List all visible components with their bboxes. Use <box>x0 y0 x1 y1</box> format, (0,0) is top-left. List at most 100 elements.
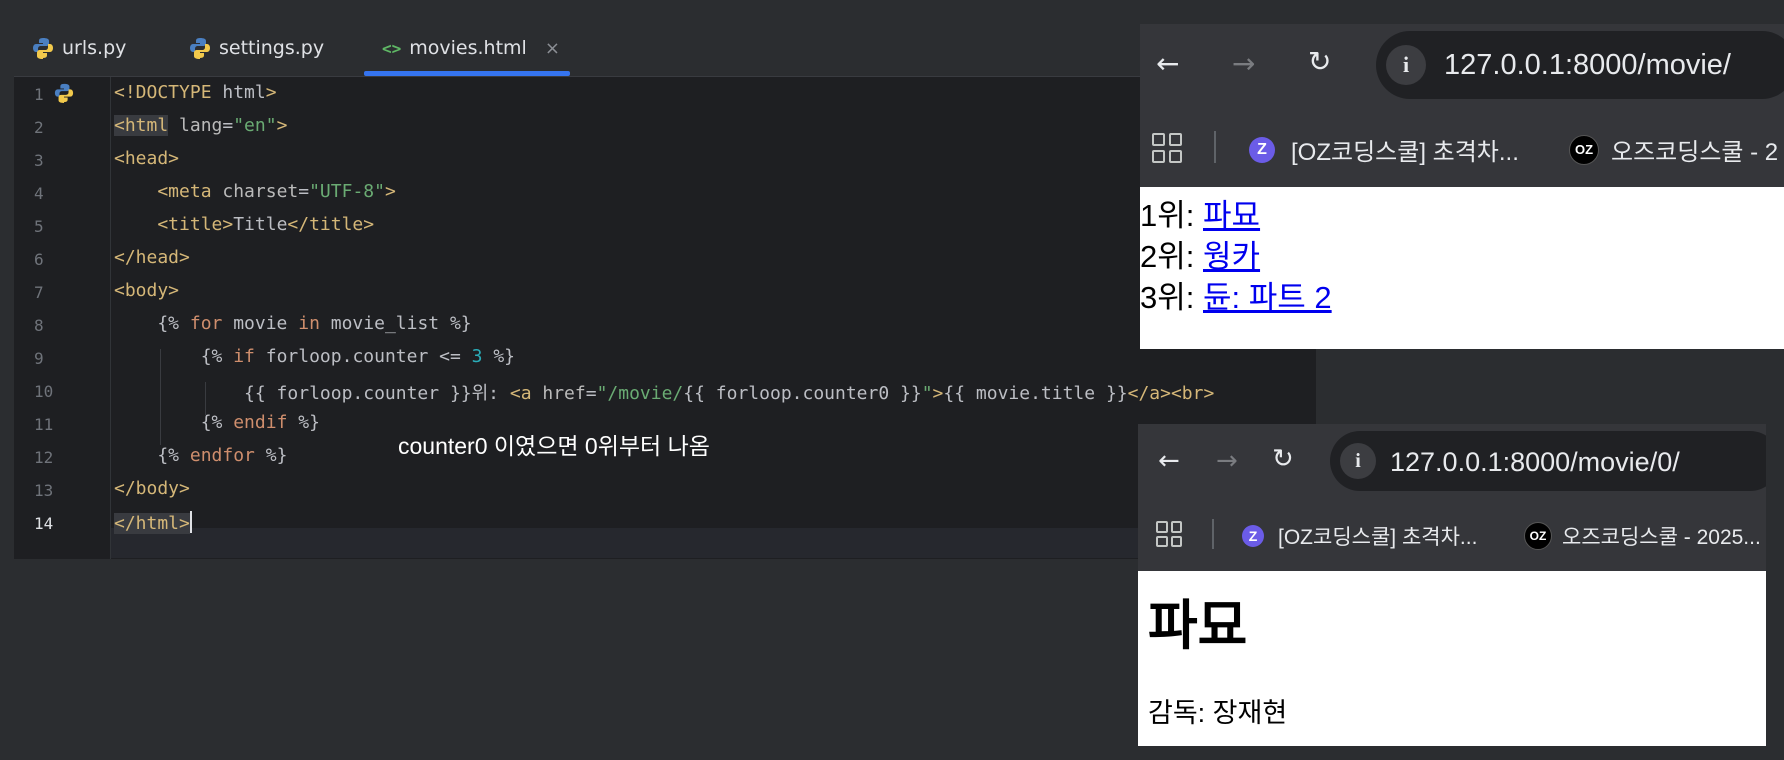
code-token: {{ movie.title }} <box>943 383 1128 404</box>
code-line[interactable]: <!DOCTYPE html> <box>114 82 277 103</box>
browser-window-list: ← → ↻ i 127.0.0.1:8000/movie/ Z [OZ코딩스쿨]… <box>1140 24 1784 349</box>
tab-label: settings.py <box>219 37 325 59</box>
code-line[interactable]: {% endif %} <box>114 412 320 433</box>
movie-list-item: 1위: 파묘 <box>1140 195 1784 236</box>
bookmarks-bar: Z [OZ코딩스쿨] 초격차... OZ 오즈코딩스쿨 - 2025... <box>1138 499 1766 571</box>
python-icon <box>190 38 210 59</box>
site-info-icon[interactable]: i <box>1340 443 1376 479</box>
code-token: %} <box>482 346 516 367</box>
code-line[interactable]: <html lang="en"> <box>114 115 287 136</box>
page-content: 파묘 감독: 장재현 <box>1138 571 1766 746</box>
line-number: 1 <box>34 85 44 104</box>
code-token: href <box>531 383 586 404</box>
bookmark-label: 오즈코딩스쿨 - 2025... <box>1562 526 1761 549</box>
forward-arrow-icon[interactable]: → <box>1216 448 1238 474</box>
code-line[interactable]: <head> <box>114 148 179 169</box>
code-line[interactable]: {% for movie in movie_list %} <box>114 313 472 334</box>
bookmark-label: [OZ코딩스쿨] 초격차... <box>1291 139 1519 166</box>
browser-window-detail: ← → ↻ i 127.0.0.1:8000/movie/0/ Z [OZ코딩스… <box>1138 424 1766 746</box>
reload-icon[interactable]: ↻ <box>1272 446 1294 472</box>
code-token: = <box>222 115 234 136</box>
current-line-highlight <box>111 528 1316 558</box>
code-token: </head> <box>114 247 190 268</box>
movie-link[interactable]: 파묘 <box>1203 198 1260 233</box>
code-line[interactable]: {{ forloop.counter }}위: <a href="/movie/… <box>114 379 1214 405</box>
code-line-current[interactable]: </html> <box>114 511 192 534</box>
code-token: if <box>233 346 255 367</box>
code-token: <title> <box>114 214 234 235</box>
code-line[interactable]: </body> <box>114 478 190 499</box>
code-token: <html <box>114 115 169 136</box>
editor-tab-bar: urls.py settings.py <> movies.html × <box>14 20 1316 76</box>
url-text[interactable]: 127.0.0.1:8000/movie/ <box>1444 49 1731 82</box>
oz-favicon-icon: OZ <box>1524 522 1552 550</box>
apps-grid-icon[interactable] <box>1156 521 1182 547</box>
code-line[interactable]: <body> <box>114 280 179 301</box>
code-token: forloop.counter <= <box>254 346 472 367</box>
tab-label: movies.html <box>409 37 527 59</box>
line-number: 7 <box>34 283 44 302</box>
address-bar[interactable]: i 127.0.0.1:8000/movie/ <box>1376 31 1784 99</box>
code-token: movie <box>222 313 299 334</box>
tab-urls-py[interactable]: urls.py <box>32 20 126 76</box>
code-token: </html> <box>114 513 190 534</box>
code-token: for <box>189 313 223 334</box>
apps-grid-icon[interactable] <box>1152 133 1182 163</box>
python-icon <box>33 38 53 59</box>
tab-settings-py[interactable]: settings.py <box>189 20 324 76</box>
forward-arrow-icon[interactable]: → <box>1232 50 1255 78</box>
code-line[interactable]: {% endfor %} <box>114 445 287 466</box>
line-number: 12 <box>34 448 54 467</box>
code-token: = <box>585 383 597 404</box>
code-token: movie_list %} <box>319 313 472 334</box>
movie-link[interactable]: 웡카 <box>1203 239 1260 274</box>
code-line[interactable]: <title>Title</title> <box>114 214 374 235</box>
code-token: endif <box>233 412 288 433</box>
line-number: 10 <box>34 382 54 401</box>
page-content: 1위: 파묘 2위: 웡카 3위: 듄: 파트 2 <box>1140 187 1784 349</box>
line-number: 2 <box>34 118 44 137</box>
tab-label: urls.py <box>62 37 127 59</box>
code-token: <meta <box>114 181 212 202</box>
code-line[interactable]: </head> <box>114 247 190 268</box>
browser-toolbar: ← → ↻ i 127.0.0.1:8000/movie/ <box>1140 24 1784 107</box>
bookmarks-bar: Z [OZ코딩스쿨] 초격차... OZ 오즈코딩스쿨 - 2 <box>1140 107 1784 187</box>
reload-icon[interactable]: ↻ <box>1308 48 1331 76</box>
code-line[interactable]: {% if forloop.counter <= 3 %} <box>114 346 515 367</box>
line-number: 9 <box>34 349 44 368</box>
code-editor-window: urls.py settings.py <> movies.html × 1 2… <box>14 20 1316 559</box>
bookmark-oz-school[interactable]: Z [OZ코딩스쿨] 초격차... <box>1249 132 1519 167</box>
line-gutter: 1 2 3 4 5 6 7 8 9 10 11 12 13 14 <box>14 77 111 559</box>
rank-label: 2위: <box>1140 239 1203 274</box>
code-token: in <box>298 313 320 334</box>
code-token: "UTF-8" <box>309 181 385 202</box>
director-text: 감독: 장재현 <box>1148 698 1288 728</box>
line-number: 13 <box>34 481 54 500</box>
movie-title-heading: 파묘 <box>1148 596 1248 656</box>
bookmark-oz-2025[interactable]: OZ 오즈코딩스쿨 - 2025... <box>1524 521 1761 551</box>
back-arrow-icon[interactable]: ← <box>1156 50 1179 78</box>
code-token: " <box>921 383 933 404</box>
address-bar[interactable]: i 127.0.0.1:8000/movie/0/ <box>1330 431 1766 491</box>
back-arrow-icon[interactable]: ← <box>1158 448 1180 474</box>
bookmark-oz-2025[interactable]: OZ 오즈코딩스쿨 - 2 <box>1569 132 1778 167</box>
code-line[interactable]: <meta charset="UTF-8"> <box>114 181 395 202</box>
code-token: {% <box>114 412 234 433</box>
bookmark-oz-school[interactable]: Z [OZ코딩스쿨] 초격차... <box>1242 521 1477 551</box>
movie-list-item: 2위: 웡카 <box>1140 236 1784 277</box>
line-number: 5 <box>34 217 44 236</box>
line-number: 6 <box>34 250 44 269</box>
movie-link[interactable]: 듄: 파트 2 <box>1203 280 1332 315</box>
tab-movies-html[interactable]: <> movies.html × <box>382 20 560 76</box>
code-token: </body> <box>114 478 190 499</box>
rank-label: 3위: <box>1140 280 1203 315</box>
code-token: charset <box>211 181 299 202</box>
text-caret <box>189 511 192 533</box>
editor-pane[interactable]: 1 2 3 4 5 6 7 8 9 10 11 12 13 14 <!DOCTY… <box>14 76 1316 559</box>
line-number: 3 <box>34 151 44 170</box>
line-number: 8 <box>34 316 44 335</box>
close-icon[interactable]: × <box>545 38 560 59</box>
url-text[interactable]: 127.0.0.1:8000/movie/0/ <box>1390 447 1680 478</box>
site-info-icon[interactable]: i <box>1386 45 1426 85</box>
code-token: <head> <box>114 148 180 169</box>
